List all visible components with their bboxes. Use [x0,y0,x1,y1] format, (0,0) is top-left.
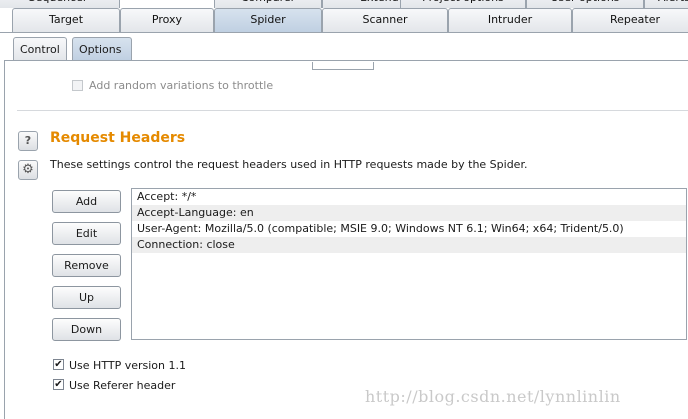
tab-scanner[interactable]: Scanner [322,8,448,32]
question-icon[interactable]: ? [18,131,38,151]
tab-proxy[interactable]: Proxy [120,8,214,32]
tab-alerts[interactable]: Alerts [644,0,688,8]
tab-spider[interactable]: Spider [214,8,322,32]
section-separator [17,110,688,111]
down-button[interactable]: Down [52,318,121,341]
tab-user-options[interactable]: User options [526,0,644,8]
tab-control[interactable]: Control [13,37,67,60]
up-button[interactable]: Up [52,286,121,309]
request-headers-list[interactable]: Accept: */* Accept-Language: en User-Age… [131,188,687,340]
section-description: These settings control the request heade… [50,158,528,171]
gear-icon[interactable]: ⚙ [18,160,38,180]
remove-button[interactable]: Remove [52,254,121,277]
add-button[interactable]: Add [52,190,121,213]
http-version-checkbox[interactable]: ✔ [53,359,64,370]
tab-comparer[interactable]: Comparer [214,0,322,8]
sub-tab-row: Control Options [0,37,688,61]
tab-row-main: Target Proxy Spider Scanner Intruder Rep… [0,8,688,32]
tab-project-options[interactable]: Project options [400,0,526,8]
http-version-label: Use HTTP version 1.1 [69,359,186,372]
watermark: http://blog.csdn.net/lynnlinlin [365,387,621,406]
options-panel[interactable]: Add random variations to throttle ? ⚙ Re… [4,60,688,419]
referer-header-label: Use Referer header [69,379,176,392]
tab-repeater[interactable]: Repeater [572,8,688,32]
section-title: Request Headers [50,130,186,146]
tab-intruder[interactable]: Intruder [448,8,572,32]
edit-button[interactable]: Edit [52,222,121,245]
tab-row-divider [0,32,688,33]
referer-header-checkbox[interactable]: ✔ [53,379,64,390]
field-stub [312,62,374,70]
tab-target[interactable]: Target [12,8,120,32]
tab-sequencer[interactable]: Sequencer [0,0,120,8]
throttle-variation-checkbox[interactable] [72,80,83,91]
list-item[interactable]: Connection: close [132,237,686,253]
list-item[interactable]: Accept-Language: en [132,205,686,221]
list-item[interactable]: Accept: */* [132,189,686,205]
throttle-variation-label: Add random variations to throttle [89,79,274,92]
list-item[interactable]: User-Agent: Mozilla/5.0 (compatible; MSI… [132,221,686,237]
tab-options[interactable]: Options [72,37,132,60]
